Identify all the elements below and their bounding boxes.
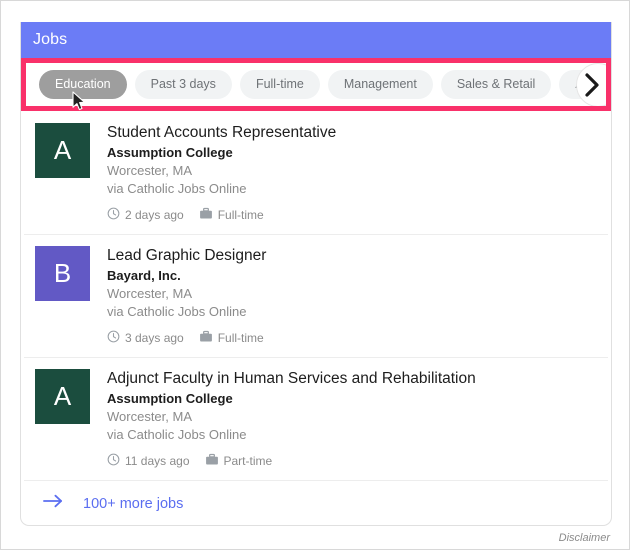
briefcase-icon [199,330,213,346]
filter-chip-management[interactable]: Management [327,70,433,99]
company-logo: A [35,369,90,424]
job-posted-meta: 2 days ago [107,207,184,223]
job-source: via Catholic Jobs Online [107,427,247,442]
briefcase-icon [205,453,219,469]
company-logo-letter: A [53,135,72,165]
job-posted-meta: 3 days ago [107,330,184,346]
job-type-meta: Full-time [199,330,264,346]
disclaimer-label: Disclaimer [558,532,610,544]
company-logo-letter: A [53,381,72,411]
filter-chip-past-3-days[interactable]: Past 3 days [134,70,232,99]
clock-icon [107,330,120,346]
job-title[interactable]: Student Accounts Representative [107,123,336,143]
job-type-text: Full-time [217,208,264,222]
job-meta-row: 11 days ago Part-time [107,453,476,469]
filter-chip-sales-retail[interactable]: Sales & Retail [440,70,552,99]
clock-icon [107,207,120,223]
job-list-item[interactable]: A Adjunct Faculty in Human Services and … [21,357,611,480]
clock-icon [107,453,120,469]
filter-chips-highlight: Education Past 3 days Full-time Manageme… [21,58,611,111]
jobs-header: Jobs [21,22,611,58]
job-meta-row: 3 days ago Full-time [107,330,266,346]
jobs-widget-card: Jobs Education Past 3 days Full-time Man… [20,22,612,526]
page-title: Jobs [33,31,68,48]
job-details: Student Accounts Representative Assumpti… [107,123,336,223]
job-posted-text: 11 days ago [125,454,190,468]
job-source: via Catholic Jobs Online [107,181,247,196]
job-company: Assumption College [107,391,233,406]
job-list-item[interactable]: B Lead Graphic Designer Bayard, Inc. Wor… [21,234,611,357]
filter-chip-education[interactable]: Education [39,70,127,99]
filter-chip-full-time[interactable]: Full-time [239,70,320,99]
job-type-meta: Full-time [199,207,264,223]
browser-frame: Jobs Education Past 3 days Full-time Man… [0,0,630,550]
job-type-text: Full-time [217,331,264,345]
job-details: Lead Graphic Designer Bayard, Inc. Worce… [107,246,266,346]
job-posted-meta: 11 days ago [107,453,190,469]
more-jobs-label: 100+ more jobs [83,495,184,512]
job-title[interactable]: Adjunct Faculty in Human Services and Re… [107,369,476,389]
filter-chips-scroller[interactable]: Education Past 3 days Full-time Manageme… [26,63,606,106]
job-details: Adjunct Faculty in Human Services and Re… [107,369,476,469]
job-list-item[interactable]: A Student Accounts Representative Assump… [21,111,611,234]
job-company: Assumption College [107,145,233,160]
chevron-right-icon [585,72,602,98]
job-type-meta: Part-time [205,453,273,469]
job-location: Worcester, MA [107,163,193,178]
job-posted-text: 2 days ago [125,208,184,222]
job-location: Worcester, MA [107,286,193,301]
company-logo-letter: B [53,258,72,288]
jobs-list: A Student Accounts Representative Assump… [21,111,611,480]
job-source: via Catholic Jobs Online [107,304,247,319]
job-location: Worcester, MA [107,409,193,424]
job-posted-text: 3 days ago [125,331,184,345]
job-title[interactable]: Lead Graphic Designer [107,246,266,266]
briefcase-icon [199,207,213,223]
job-meta-row: 2 days ago Full-time [107,207,336,223]
company-logo: B [35,246,90,301]
arrow-right-icon [43,493,64,514]
company-logo: A [35,123,90,178]
disclaimer-link[interactable]: Disclaimer [559,532,610,544]
job-type-text: Part-time [223,454,273,468]
more-jobs-link[interactable]: 100+ more jobs [21,480,611,525]
job-company: Bayard, Inc. [107,268,181,283]
